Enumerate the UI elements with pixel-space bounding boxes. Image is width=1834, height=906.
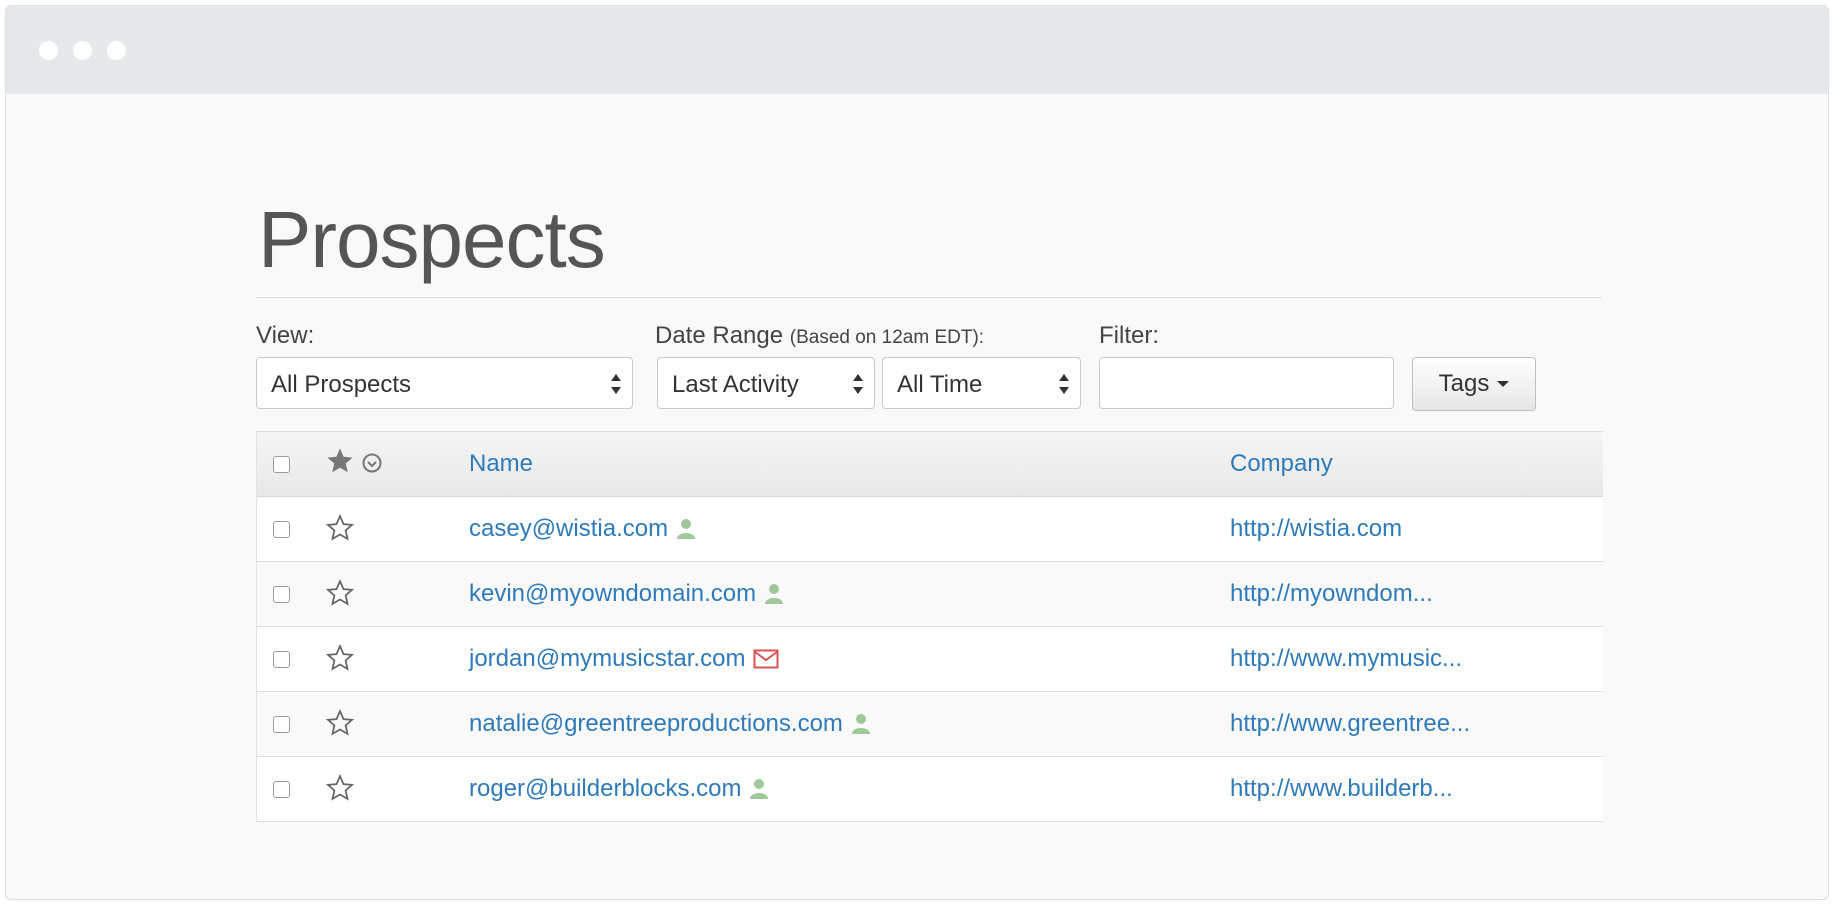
- window-maximize-dot[interactable]: [107, 41, 126, 60]
- view-label: View:: [256, 322, 315, 349]
- company-cell: http://myowndom...: [1230, 580, 1433, 608]
- page-title: Prospects: [258, 195, 606, 284]
- select-arrows-icon: [1059, 374, 1069, 394]
- star-outline-icon[interactable]: [325, 643, 355, 673]
- prospect-name-cell: casey@wistia.com: [469, 515, 696, 543]
- row-checkbox[interactable]: [273, 521, 290, 538]
- table-header-row: Name Company: [257, 431, 1603, 497]
- date-field-select[interactable]: Last Activity: [657, 357, 875, 409]
- company-cell: http://www.builderb...: [1230, 775, 1453, 803]
- browser-window: Prospects View: Date Range (Based on 12a…: [5, 5, 1829, 900]
- prospect-email-link[interactable]: kevin@myowndomain.com: [469, 580, 756, 608]
- person-icon: [750, 779, 769, 799]
- date-period-select-value: All Time: [897, 371, 983, 398]
- prospect-email-link[interactable]: natalie@greentreeproductions.com: [469, 710, 843, 738]
- window-titlebar: [6, 6, 1828, 94]
- filter-label: Filter:: [1099, 322, 1159, 349]
- prospect-name-cell: jordan@mymusicstar.com: [469, 645, 779, 673]
- date-field-select-value: Last Activity: [672, 371, 799, 398]
- date-period-select[interactable]: All Time: [882, 357, 1081, 409]
- select-arrows-icon: [611, 374, 621, 394]
- company-link[interactable]: http://wistia.com: [1230, 515, 1402, 542]
- caret-down-icon: [1497, 381, 1510, 387]
- prospect-name-cell: roger@builderblocks.com: [469, 775, 769, 803]
- date-range-label: Date Range (Based on 12am EDT):: [655, 322, 984, 350]
- row-checkbox[interactable]: [273, 781, 290, 798]
- view-select-value: All Prospects: [271, 371, 412, 398]
- prospects-table: Name Company casey@wistia.com http://wis…: [256, 431, 1603, 822]
- star-filled-icon[interactable]: [325, 446, 355, 476]
- table-row: roger@builderblocks.com http://www.build…: [257, 757, 1603, 822]
- select-arrows-icon: [853, 374, 863, 394]
- company-cell: http://wistia.com: [1230, 515, 1402, 543]
- company-column-header[interactable]: Company: [1230, 450, 1333, 478]
- company-cell: http://www.greentree...: [1230, 710, 1470, 738]
- prospect-name-cell: kevin@myowndomain.com: [469, 580, 784, 608]
- select-all-checkbox[interactable]: [273, 456, 290, 473]
- star-outline-icon[interactable]: [325, 578, 355, 608]
- person-icon: [677, 519, 696, 539]
- prospect-name-cell: natalie@greentreeproductions.com: [469, 710, 871, 738]
- company-cell: http://www.mymusic...: [1230, 645, 1462, 673]
- table-row: jordan@mymusicstar.com http://www.mymusi…: [257, 627, 1603, 692]
- star-outline-icon[interactable]: [325, 513, 355, 543]
- company-link[interactable]: http://www.greentree...: [1230, 710, 1470, 737]
- date-range-label-text: Date Range: [655, 322, 784, 349]
- prospect-email-link[interactable]: roger@builderblocks.com: [469, 775, 741, 803]
- sort-arrow-icon[interactable]: [362, 453, 382, 473]
- person-icon: [851, 714, 870, 734]
- company-link[interactable]: http://www.builderb...: [1230, 775, 1453, 802]
- title-divider: [256, 297, 1602, 298]
- envelope-icon: [753, 649, 779, 669]
- star-outline-icon[interactable]: [325, 708, 355, 738]
- row-checkbox[interactable]: [273, 586, 290, 603]
- company-link[interactable]: http://www.mymusic...: [1230, 645, 1462, 672]
- person-icon: [765, 584, 784, 604]
- filter-input[interactable]: [1099, 357, 1394, 409]
- tags-dropdown-button[interactable]: Tags: [1412, 357, 1536, 411]
- name-column-header[interactable]: Name: [469, 450, 533, 478]
- table-row: casey@wistia.com http://wistia.com: [257, 497, 1603, 562]
- row-checkbox[interactable]: [273, 716, 290, 733]
- table-row: kevin@myowndomain.com http://myowndom...: [257, 562, 1603, 627]
- prospect-email-link[interactable]: casey@wistia.com: [469, 515, 668, 543]
- tags-button-label: Tags: [1438, 370, 1490, 397]
- table-row: natalie@greentreeproductions.com http://…: [257, 692, 1603, 757]
- company-link[interactable]: http://myowndom...: [1230, 580, 1433, 607]
- prospect-email-link[interactable]: jordan@mymusicstar.com: [469, 645, 745, 673]
- company-header-label[interactable]: Company: [1230, 450, 1333, 477]
- star-outline-icon[interactable]: [325, 773, 355, 803]
- name-header-label[interactable]: Name: [469, 450, 533, 478]
- row-checkbox[interactable]: [273, 651, 290, 668]
- date-range-note: (Based on 12am EDT):: [789, 327, 985, 348]
- window-minimize-dot[interactable]: [73, 41, 92, 60]
- view-select[interactable]: All Prospects: [256, 357, 633, 409]
- window-close-dot[interactable]: [39, 41, 58, 60]
